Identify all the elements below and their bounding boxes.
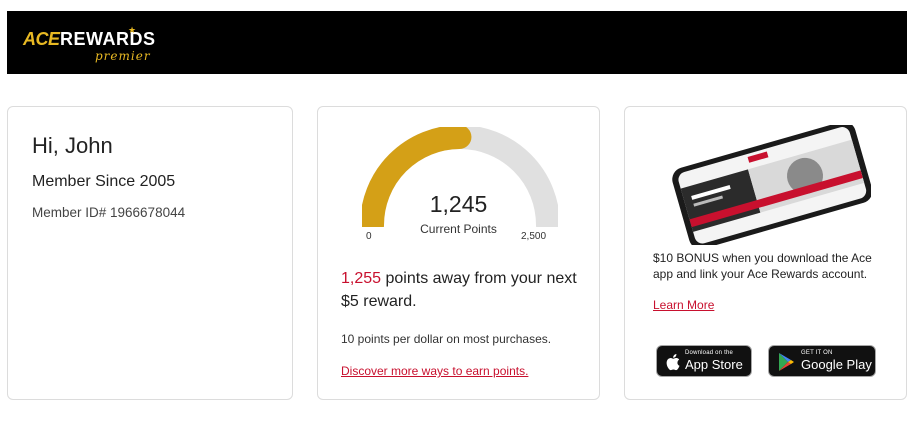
- app-promo-card: $10 BONUS when you download the Ace app …: [624, 106, 907, 400]
- logo-premier-text: premier: [95, 49, 151, 63]
- app-store-button[interactable]: Download on the App Store: [656, 345, 752, 377]
- logo-ace-text: ACE: [23, 29, 60, 49]
- ace-rewards-logo[interactable]: ACE REWARDS ★ premier: [23, 23, 163, 63]
- earn-rate-text: 10 points per dollar on most purchases.: [341, 332, 552, 346]
- current-points-label: Current Points: [420, 222, 497, 236]
- member-greeting: Hi, John: [32, 133, 113, 158]
- app-bonus-text: $10 BONUS when you download the Ace app …: [653, 251, 872, 281]
- discover-earn-link[interactable]: Discover more ways to earn points.: [341, 364, 528, 378]
- points-card: 1,245 Current Points 0 2,500 1,255 point…: [317, 106, 600, 400]
- header-banner: ACE REWARDS ★ premier: [7, 11, 907, 74]
- app-store-big-text: App Store: [685, 357, 743, 372]
- gauge-min-label: 0: [366, 231, 372, 242]
- google-play-small-text: GET IT ON: [801, 350, 833, 356]
- member-since: Member Since 2005: [32, 173, 176, 190]
- apple-icon: [666, 354, 680, 371]
- member-card: Hi, John Member Since 2005 Member ID# 19…: [7, 106, 293, 400]
- logo-rewards-text: REWARDS: [60, 29, 156, 49]
- phone-app-image: [672, 125, 871, 245]
- star-icon: ★: [128, 25, 137, 35]
- google-play-big-text: Google Play: [801, 357, 872, 372]
- current-points-value: 1,245: [429, 191, 488, 217]
- app-store-small-text: Download on the: [685, 350, 734, 356]
- learn-more-link[interactable]: Learn More: [653, 298, 714, 312]
- gauge-max-label: 2,500: [521, 231, 547, 242]
- points-away-text: 1,255 points away from your next $5 rewa…: [341, 267, 581, 313]
- google-play-icon: [779, 353, 794, 371]
- member-id: Member ID# 1966678044: [32, 205, 186, 220]
- google-play-button[interactable]: GET IT ON Google Play: [768, 345, 876, 377]
- points-away-value: 1,255: [341, 270, 382, 287]
